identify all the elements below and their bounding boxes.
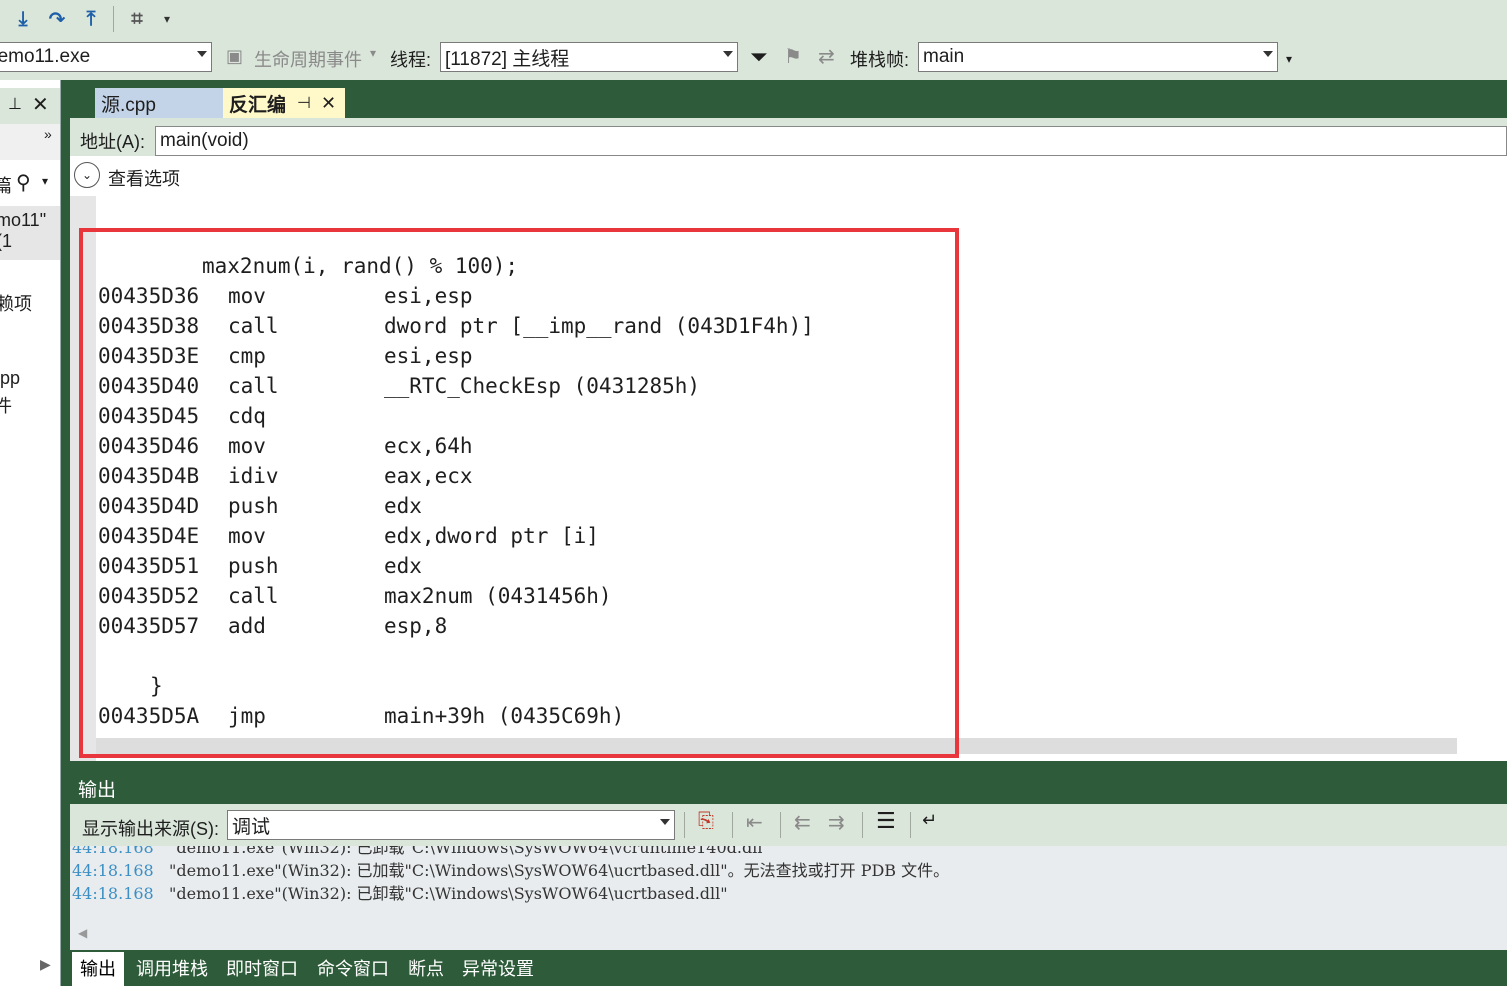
expand-options-icon[interactable]: ⌄ xyxy=(74,162,100,188)
tab-label: 反汇编 xyxy=(229,94,287,116)
flag-icon[interactable]: ⚑ xyxy=(784,44,802,69)
left-panel-item[interactable]: 赖项 xyxy=(0,290,32,316)
thread-label: 线程: xyxy=(390,50,432,70)
bottom-tab-breakpoints[interactable]: 断点 xyxy=(408,954,444,982)
output-line: 44:18.168 "demo11.exe"(Win32): 已卸载"C:\Wi… xyxy=(72,880,728,904)
tab-source-cpp[interactable]: 源.cpp xyxy=(95,88,223,118)
bottom-tab-immediate[interactable]: 即时窗口 xyxy=(226,954,298,982)
toolbar-overflow-icon[interactable]: ▾ xyxy=(154,6,180,32)
output-source-label: 显示输出来源(S): xyxy=(82,819,219,839)
view-options-label[interactable]: 查看选项 xyxy=(108,165,180,191)
solution-item-selected[interactable]: mo11"(1 xyxy=(0,206,60,260)
step-into-icon[interactable]: ⤓ xyxy=(10,6,36,32)
output-line: 44:18.168 "demo11.exe"(Win32): 已加载"C:\Wi… xyxy=(72,857,949,881)
lifecycle-events-button[interactable]: 生命周期事件 xyxy=(254,46,362,72)
lifecycle-icon: ▣ xyxy=(226,46,244,66)
debug-toolbar: ⤓ ↷ ⤒ ⌗ ▾ xyxy=(0,0,1507,40)
toolbar-overflow-icon[interactable]: ▾ xyxy=(1286,52,1292,66)
filter-icon[interactable]: ⏷ xyxy=(750,44,768,70)
hex-display-icon[interactable]: ⌗ xyxy=(124,6,150,32)
step-out-icon[interactable]: ⤒ xyxy=(78,6,104,32)
chevron-down-icon xyxy=(723,51,733,57)
output-text-area[interactable]: 44:18.168 "demo11.exe"(Win32): 已卸载"C:\Wi… xyxy=(70,846,1507,950)
output-message: "demo11.exe"(Win32): 已卸载"C:\Windows\SysW… xyxy=(169,846,770,857)
chevron-down-icon xyxy=(1263,51,1273,57)
close-icon[interactable]: ✕ xyxy=(32,92,49,117)
left-panel-toolbar: » xyxy=(0,124,60,160)
tab-label: 源.cpp xyxy=(101,94,156,116)
clear-all-icon[interactable]: ☰ xyxy=(876,808,896,834)
step-over-icon[interactable]: ↷ xyxy=(44,6,70,32)
bottom-tab-output[interactable]: 输出 xyxy=(80,954,116,982)
word-wrap-icon[interactable]: ↵ xyxy=(922,810,937,831)
process-combo[interactable]: demo11.exe xyxy=(0,42,212,72)
lifecycle-dropdown-icon[interactable]: ▾ xyxy=(370,46,376,60)
close-icon[interactable]: ✕ xyxy=(321,93,336,114)
stackframe-combo[interactable]: main xyxy=(918,42,1278,72)
bottom-tab-callstack[interactable]: 调用堆栈 xyxy=(136,954,208,982)
scroll-left-icon[interactable]: ◀ xyxy=(78,926,87,940)
output-message: "demo11.exe"(Win32): 已加载"C:\Windows\SysW… xyxy=(169,861,950,880)
pin-icon[interactable]: ⊣ xyxy=(297,93,311,113)
more-icon[interactable]: » xyxy=(44,126,52,142)
output-title: 输出 xyxy=(78,779,117,801)
left-panel-header: ⊥ ✕ xyxy=(0,88,60,124)
pin-icon[interactable]: ⊥ xyxy=(8,94,22,114)
output-toolbar: 显示输出来源(S): 调试 ⎘ ⇤ ⇇ ⇉ ☰ ↵ xyxy=(70,804,1507,846)
address-input[interactable]: main(void) xyxy=(155,126,1507,156)
address-value: main(void) xyxy=(160,130,249,151)
output-panel-header: 输出 xyxy=(70,772,1507,804)
process-value: demo11.exe xyxy=(0,46,91,67)
output-source-value: 调试 xyxy=(232,816,271,838)
thread-combo[interactable]: [11872] 主线程 xyxy=(440,42,738,72)
chevron-down-icon xyxy=(197,51,207,57)
left-panel-item[interactable]: pp xyxy=(0,368,20,389)
location-toolbar: demo11.exe ▣ 生命周期事件 ▾ 线程: [11872] 主线程 ⏷ … xyxy=(0,40,1507,80)
address-label: 地址(A): xyxy=(80,132,145,152)
output-timestamp: 44:18.168 xyxy=(72,846,154,857)
left-panel-item[interactable]: 件 xyxy=(0,392,12,418)
swap-icon[interactable]: ⇄ xyxy=(818,44,835,69)
output-source-combo[interactable]: 调试 xyxy=(227,810,675,840)
bottom-tab-exceptions[interactable]: 异常设置 xyxy=(462,954,534,982)
search-dropdown-icon[interactable]: ▾ xyxy=(42,174,48,188)
thread-value: [11872] 主线程 xyxy=(445,48,570,70)
search-icon[interactable]: ⚲ xyxy=(16,170,31,195)
output-message: "demo11.exe"(Win32): 已卸载"C:\Windows\SysW… xyxy=(169,884,728,903)
highlight-box xyxy=(79,228,959,758)
solution-item-label: mo11"(1 xyxy=(0,210,47,251)
chevron-down-icon xyxy=(660,819,670,825)
output-timestamp: 44:18.168 xyxy=(72,884,154,903)
stackframe-value: main xyxy=(923,46,965,67)
tab-disassembly[interactable]: 反汇编 ⊣ ✕ xyxy=(223,88,345,118)
go-prev-icon[interactable]: ⇇ xyxy=(794,810,811,835)
stackframe-label: 堆栈帧: xyxy=(850,50,910,70)
left-panel-item: 篇 xyxy=(0,176,12,196)
prev-message-icon[interactable]: ⇤ xyxy=(746,810,763,835)
find-in-output-icon[interactable]: ⎘ xyxy=(698,810,714,833)
go-next-icon[interactable]: ⇉ xyxy=(828,810,845,835)
output-timestamp: 44:18.168 xyxy=(72,861,154,880)
scroll-right-icon[interactable]: ▶ xyxy=(40,956,51,973)
bottom-tab-command[interactable]: 命令窗口 xyxy=(317,954,389,982)
